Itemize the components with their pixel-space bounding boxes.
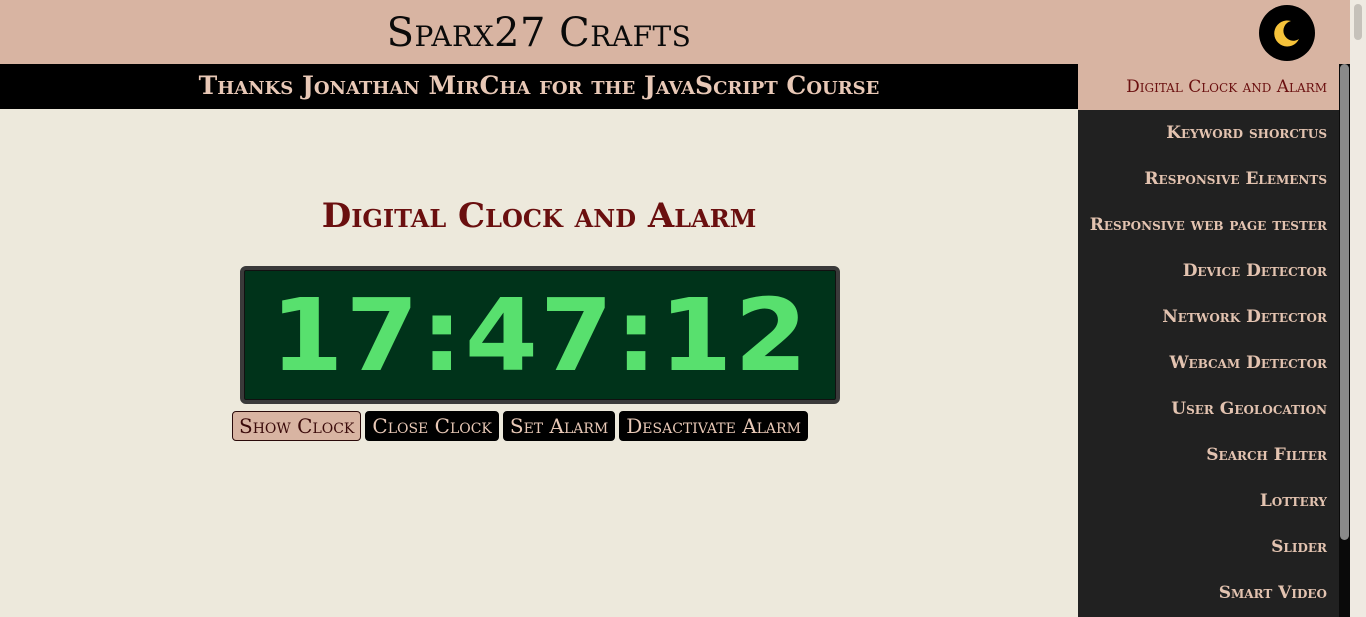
credits-banner: Thanks Jonathan MirCha for the JavaScrip… (0, 64, 1078, 109)
menu-item-network-detector[interactable]: Network Detector (1078, 294, 1339, 340)
menu-item-webcam-detector[interactable]: Webcam Detector (1078, 340, 1339, 386)
moon-icon (1274, 20, 1299, 47)
close-clock-button[interactable]: Close Clock (365, 411, 499, 441)
menu-item-slider[interactable]: Slider (1078, 524, 1339, 570)
set-alarm-button[interactable]: Set Alarm (502, 411, 616, 441)
dark-mode-toggle[interactable] (1259, 5, 1315, 61)
clock-time: 17:47:12 (270, 276, 810, 394)
site-header: Sparx27 Crafts (0, 0, 1350, 64)
site-title: Sparx27 Crafts (386, 10, 692, 56)
menu-item-digital-clock[interactable]: Digital Clock and Alarm (1078, 64, 1339, 110)
menu-item-user-geolocation[interactable]: User Geolocation (1078, 386, 1339, 432)
menu-scrollbar[interactable] (1339, 64, 1350, 617)
deactivate-alarm-button[interactable]: Desactivate Alarm (619, 411, 808, 441)
show-clock-button[interactable]: Show Clock (232, 411, 362, 441)
main-content: Digital Clock and Alarm 17:47:12 Show Cl… (0, 109, 1078, 617)
menu-scrollbar-thumb[interactable] (1340, 64, 1349, 540)
clock-controls: Show Clock Close Clock Set Alarm Desacti… (232, 411, 808, 441)
menu-item-keyword-shortcuts[interactable]: Keyword shorctus (1078, 110, 1339, 156)
menu-item-responsive-tester[interactable]: Responsive web page tester (1078, 202, 1339, 248)
menu-item-responsive-elements[interactable]: Responsive Elements (1078, 156, 1339, 202)
page-scrollbar-thumb[interactable] (1354, 4, 1362, 40)
menu-item-device-detector[interactable]: Device Detector (1078, 248, 1339, 294)
menu-item-smart-video[interactable]: Smart Video (1078, 570, 1339, 616)
menu-item-lottery[interactable]: Lottery (1078, 478, 1339, 524)
section-title: Digital Clock and Alarm (321, 196, 757, 236)
page-scrollbar[interactable] (1350, 0, 1366, 617)
menu-item-search-filter[interactable]: Search Filter (1078, 432, 1339, 478)
sidebar-menu: Digital Clock and Alarm Keyword shorctus… (1078, 64, 1339, 617)
digital-clock-display: 17:47:12 (240, 266, 840, 404)
